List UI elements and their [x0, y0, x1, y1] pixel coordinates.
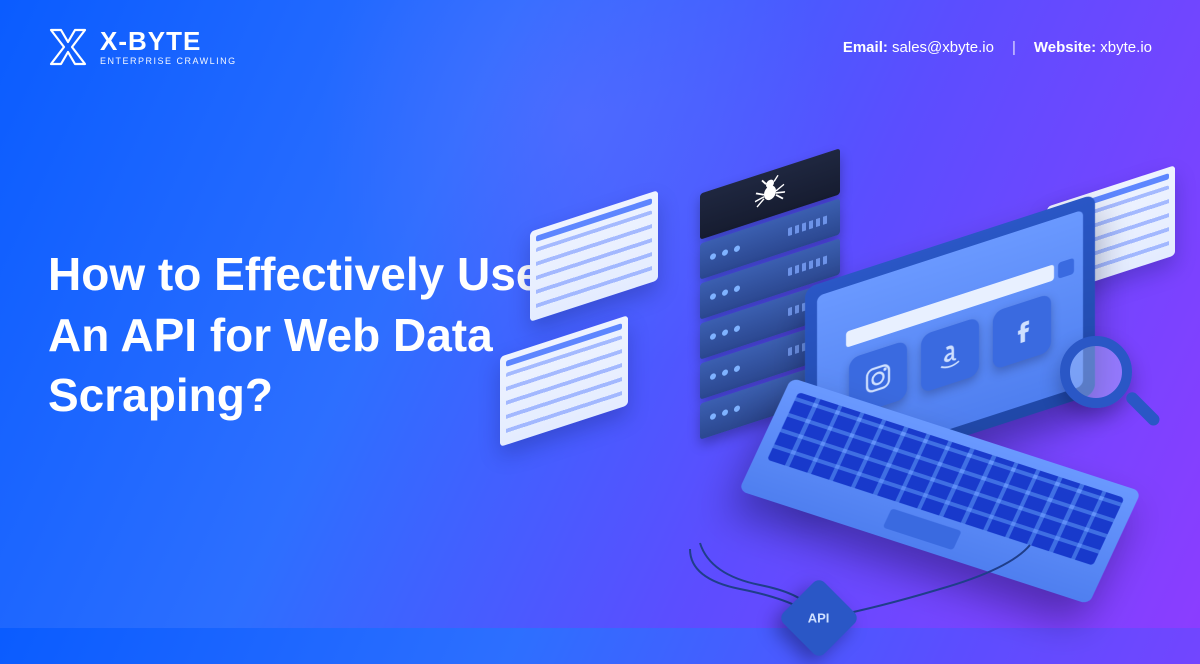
main-content: How to Effectively Use An API for Web Da…: [0, 66, 1200, 604]
separator: |: [1012, 39, 1016, 56]
api-badge-label: API: [808, 610, 830, 625]
facebook-icon: [993, 293, 1051, 370]
header: X-BYTE ENTERPRISE CRAWLING Email: sales@…: [0, 0, 1200, 66]
brand-logo: X-BYTE ENTERPRISE CRAWLING: [48, 28, 237, 66]
website-label: Website:: [1034, 39, 1096, 56]
amazon-icon: [921, 317, 979, 394]
email-value: sales@xbyte.io: [892, 39, 994, 56]
spider-icon: [753, 171, 787, 215]
contact-info: Email: sales@xbyte.io | Website: xbyte.i…: [843, 39, 1152, 56]
email-label: Email:: [843, 39, 888, 56]
brand-name: X-BYTE: [100, 28, 237, 54]
logo-mark-icon: [48, 28, 88, 66]
hero-illustration: API: [560, 161, 1180, 661]
website-value: xbyte.io: [1100, 39, 1152, 56]
magnifier-icon: [1060, 336, 1160, 436]
api-wires: API: [680, 539, 1040, 659]
brand-tagline: ENTERPRISE CRAWLING: [100, 57, 237, 66]
data-panel-icon: [530, 190, 658, 322]
